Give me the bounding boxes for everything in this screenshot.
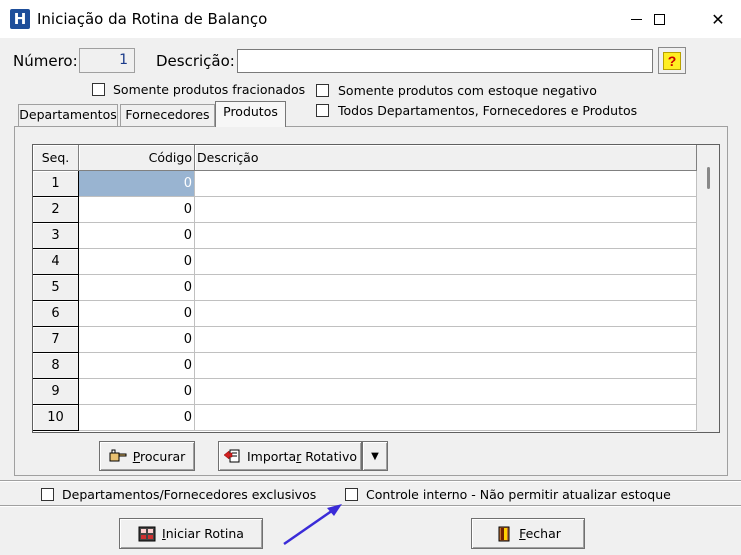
close-button[interactable]: ✕ (695, 0, 741, 38)
row-descricao-cell[interactable] (195, 171, 697, 197)
fracionados-checkbox[interactable] (92, 83, 105, 96)
row-seq: 1 (33, 171, 79, 197)
row-codigo-cell[interactable]: 0 (79, 379, 195, 405)
table-row[interactable]: 5 0 (33, 275, 697, 301)
separator (0, 505, 741, 507)
row-seq: 6 (33, 301, 79, 327)
table-row[interactable]: 8 0 (33, 353, 697, 379)
row-seq: 2 (33, 197, 79, 223)
maximize-icon (653, 13, 665, 25)
fechar-button[interactable]: Fechar (471, 518, 585, 549)
numero-label: Número: (13, 52, 78, 70)
header-codigo: Código (79, 145, 195, 171)
close-icon: ✕ (711, 9, 725, 29)
table-row[interactable]: 6 0 (33, 301, 697, 327)
row-codigo-cell[interactable]: 0 (79, 327, 195, 353)
iniciar-text: niciar Rotina (165, 526, 244, 541)
fechar-label: Fechar (519, 526, 561, 541)
row-descricao-cell[interactable] (195, 353, 697, 379)
window-title: Iniciação da Rotina de Balanço (37, 10, 268, 28)
separator (0, 480, 741, 482)
procurar-label: Procurar (133, 449, 186, 464)
table-row[interactable]: 4 0 (33, 249, 697, 275)
pointing-hand-icon (109, 449, 127, 462)
app-logo-icon: H (10, 9, 30, 29)
exclusivos-label: Departamentos/Fornecedores exclusivos (62, 487, 317, 502)
row-codigo-cell[interactable]: 0 (79, 275, 195, 301)
vertical-scrollbar[interactable] (697, 145, 719, 432)
scrollbar-thumb[interactable] (707, 167, 710, 189)
procurar-accel: P (132, 448, 141, 464)
row-codigo-cell[interactable]: 0 (79, 223, 195, 249)
table-row[interactable]: 1 0 (33, 171, 697, 197)
maximize-button[interactable] (636, 0, 682, 38)
procurar-text: rocurar (140, 448, 186, 464)
help-button[interactable]: ? (658, 47, 686, 74)
fechar-text: echar (525, 526, 561, 541)
estoque-negativo-label: Somente produtos com estoque negativo (338, 83, 597, 98)
todos-checkbox[interactable] (316, 104, 329, 117)
table-row[interactable]: 7 0 (33, 327, 697, 353)
film-icon (138, 526, 156, 541)
importar-text-post: Rotativo (301, 448, 358, 464)
row-descricao-cell[interactable] (195, 405, 697, 431)
row-descricao-cell[interactable] (195, 301, 697, 327)
annotation-arrow-icon (283, 504, 342, 546)
row-seq: 5 (33, 275, 79, 301)
table-row[interactable]: 3 0 (33, 223, 697, 249)
row-codigo-cell[interactable]: 0 (79, 171, 195, 197)
chevron-down-icon: ▼ (371, 450, 379, 462)
estoque-negativo-checkbox[interactable] (316, 84, 329, 97)
header-descricao: Descrição (195, 145, 697, 171)
iniciar-rotina-button[interactable]: Iniciar Rotina (119, 518, 263, 549)
fracionados-label: Somente produtos fracionados (113, 82, 306, 97)
procurar-button[interactable]: Procurar (99, 441, 195, 471)
table-row[interactable]: 2 0 (33, 197, 697, 223)
row-codigo-cell[interactable]: 0 (79, 353, 195, 379)
descricao-label: Descrição: (156, 52, 235, 70)
table-row[interactable]: 10 0 (33, 405, 697, 431)
importar-rotativo-button[interactable]: Importar Rotativo (218, 441, 362, 471)
products-grid[interactable]: Seq. Código Descrição 1 0 2 0 3 0 4 0 5 … (32, 144, 720, 433)
table-row[interactable]: 9 0 (33, 379, 697, 405)
row-descricao-cell[interactable] (195, 275, 697, 301)
tab-produtos[interactable]: Produtos (215, 101, 286, 127)
row-codigo-cell[interactable]: 0 (79, 405, 195, 431)
importar-dropdown-button[interactable]: ▼ (362, 441, 388, 471)
row-descricao-cell[interactable] (195, 197, 697, 223)
header-seq: Seq. (33, 145, 79, 171)
exit-door-icon (498, 526, 510, 541)
todos-label: Todos Departamentos, Fornecedores e Prod… (338, 103, 638, 118)
row-codigo-cell[interactable]: 0 (79, 197, 195, 223)
importar-text-pre: Importa (246, 448, 297, 464)
row-codigo-cell[interactable]: 0 (79, 301, 195, 327)
row-seq: 8 (33, 353, 79, 379)
iniciar-label: Iniciar Rotina (162, 526, 244, 541)
row-descricao-cell[interactable] (195, 249, 697, 275)
row-seq: 4 (33, 249, 79, 275)
tab-fornecedores[interactable]: Fornecedores (120, 104, 215, 126)
exclusivos-checkbox[interactable] (41, 488, 54, 501)
row-descricao-cell[interactable] (195, 379, 697, 405)
row-seq: 9 (33, 379, 79, 405)
row-codigo-cell[interactable]: 0 (79, 249, 195, 275)
row-seq: 10 (33, 405, 79, 431)
row-descricao-cell[interactable] (195, 223, 697, 249)
help-icon: ? (663, 51, 681, 70)
row-seq: 3 (33, 223, 79, 249)
row-seq: 7 (33, 327, 79, 353)
importar-label: Importar Rotativo (247, 449, 357, 464)
controle-interno-label: Controle interno - Não permitir atualiza… (366, 487, 671, 502)
import-document-icon (223, 449, 240, 463)
tab-departamentos[interactable]: Departamentos (18, 104, 118, 126)
descricao-input[interactable] (237, 49, 653, 73)
grid-header: Seq. Código Descrição (33, 145, 697, 171)
row-descricao-cell[interactable] (195, 327, 697, 353)
numero-field: 1 (79, 48, 135, 73)
